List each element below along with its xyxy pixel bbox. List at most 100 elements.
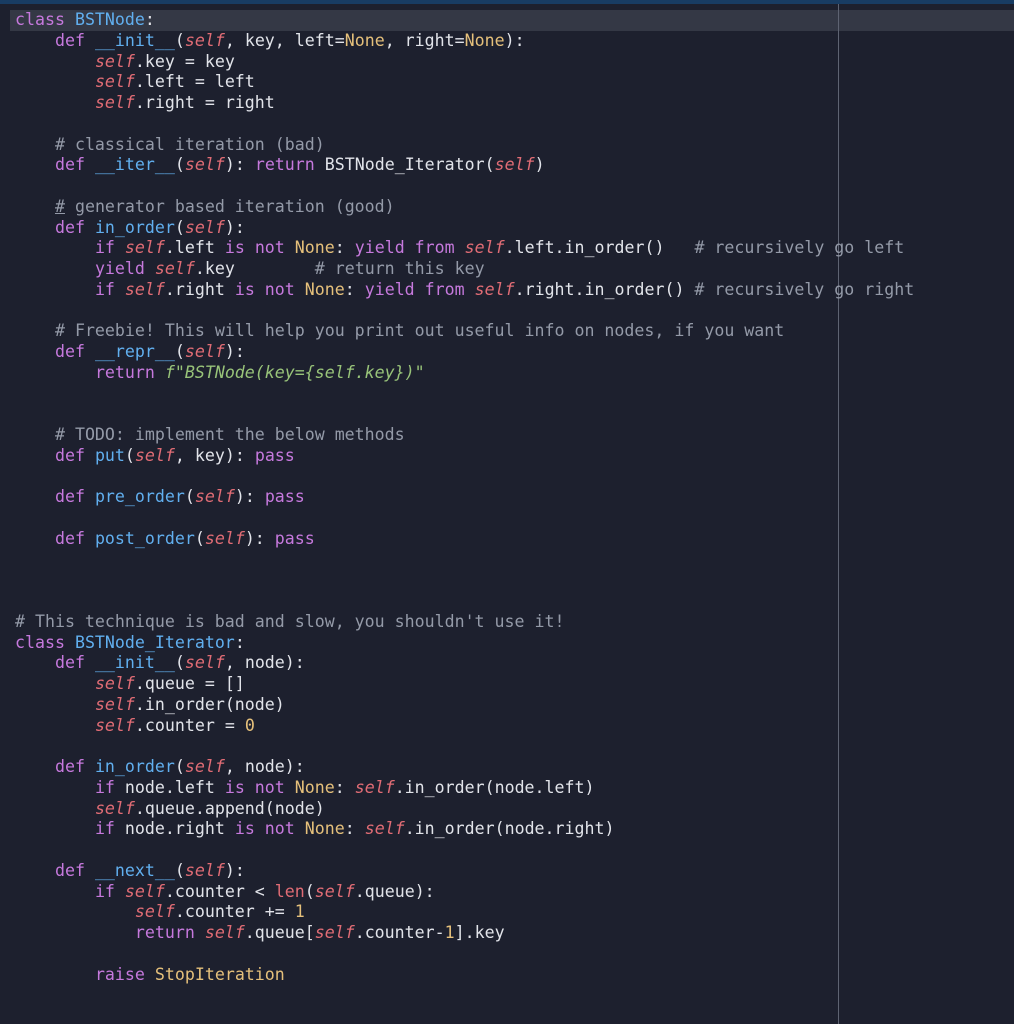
code-token: ( xyxy=(174,155,185,175)
code-line[interactable]: # This technique is bad and slow, you sh… xyxy=(15,612,914,633)
code-line[interactable]: class BSTNode_Iterator: xyxy=(15,633,914,654)
code-token: self xyxy=(184,342,225,361)
code-token: class xyxy=(15,632,75,652)
code-line[interactable]: self.counter += 1 xyxy=(15,902,914,923)
code-token: def xyxy=(54,487,95,507)
code-line[interactable]: # Freebie! This will help you print out … xyxy=(15,321,914,342)
code-line[interactable] xyxy=(15,176,914,197)
code-token: ( xyxy=(174,653,185,673)
code-token: ) xyxy=(534,155,545,175)
code-line[interactable]: def put(self, key): pass xyxy=(15,446,914,467)
code-token: self xyxy=(184,653,225,673)
code-line[interactable] xyxy=(15,384,914,405)
code-token: def xyxy=(54,528,95,548)
code-token: yield xyxy=(94,259,155,278)
code-token: if xyxy=(94,881,125,901)
code-line[interactable]: class BSTNode: xyxy=(15,10,914,31)
code-line[interactable]: self.right = right xyxy=(15,93,914,114)
code-token: .counter += xyxy=(174,902,295,922)
code-line[interactable] xyxy=(15,550,914,571)
code-line[interactable]: self.in_order(node) xyxy=(15,695,914,716)
code-line[interactable] xyxy=(15,467,914,488)
code-line[interactable] xyxy=(15,114,914,135)
code-token: # TODO: implement the below methods xyxy=(54,425,405,444)
code-token: return xyxy=(94,362,165,382)
code-token: self xyxy=(494,155,535,175)
editor-top-border xyxy=(0,0,1014,4)
code-token: # recursively go left xyxy=(694,238,905,258)
code-line[interactable]: self.left = left xyxy=(15,72,914,93)
code-token: .right.in_order() xyxy=(514,279,695,299)
code-line[interactable] xyxy=(15,840,914,861)
code-area[interactable]: class BSTNode: def __init__(self, key, l… xyxy=(15,10,914,985)
code-token: # This technique is bad and slow, you sh… xyxy=(15,611,565,631)
code-line[interactable] xyxy=(15,508,914,529)
code-line[interactable] xyxy=(15,570,914,591)
code-line[interactable]: if self.counter < len(self.queue): xyxy=(15,882,914,903)
code-token: ( xyxy=(174,757,185,776)
code-line[interactable]: def __init__(self, key, left=None, right… xyxy=(15,31,914,52)
code-line[interactable] xyxy=(15,404,914,425)
code-line[interactable]: def in_order(self): xyxy=(15,218,914,239)
code-line[interactable]: self.counter = 0 xyxy=(15,716,914,737)
code-line[interactable]: # generator based iteration (good) xyxy=(15,197,914,218)
code-token: ): xyxy=(224,217,245,237)
code-token: pre_order xyxy=(94,487,185,507)
code-line[interactable] xyxy=(15,736,914,757)
code-token: is not xyxy=(224,777,295,797)
code-line[interactable]: return f"BSTNode(key={self.key})" xyxy=(15,363,914,384)
code-line[interactable]: def __iter__(self): return BSTNode_Itera… xyxy=(15,155,914,176)
code-token: : xyxy=(344,819,365,839)
code-token: self xyxy=(464,238,505,258)
code-editor[interactable]: class BSTNode: def __init__(self, key, l… xyxy=(0,0,1014,1024)
code-line[interactable]: def __repr__(self): xyxy=(15,342,914,363)
code-token: if xyxy=(94,279,125,299)
code-line[interactable]: self.queue.append(node) xyxy=(15,799,914,820)
code-token: .in_order(node) xyxy=(134,694,285,714)
code-token: ( xyxy=(174,342,185,361)
code-token: , node): xyxy=(224,757,305,776)
code-line[interactable]: def in_order(self, node): xyxy=(15,757,914,778)
code-token: ( xyxy=(184,487,195,507)
code-token: self xyxy=(94,694,135,714)
code-token: .right xyxy=(164,279,235,299)
code-line[interactable]: def post_order(self): pass xyxy=(15,529,914,550)
code-token: len xyxy=(274,881,305,901)
code-line[interactable] xyxy=(15,591,914,612)
code-token: in_order xyxy=(94,217,175,237)
code-token: .left xyxy=(164,238,225,258)
code-token: if xyxy=(94,238,125,258)
code-line[interactable]: self.key = key xyxy=(15,52,914,73)
code-token: # recursively go right xyxy=(694,279,915,299)
code-line[interactable]: def __init__(self, node): xyxy=(15,653,914,674)
code-token: None xyxy=(304,819,345,839)
code-line[interactable] xyxy=(15,944,914,965)
code-token: None xyxy=(464,30,505,50)
code-line[interactable]: yield self.key # return this key xyxy=(15,259,914,280)
code-token: self xyxy=(94,93,135,112)
code-line[interactable]: def pre_order(self): pass xyxy=(15,487,914,508)
code-line[interactable]: if node.right is not None: self.in_order… xyxy=(15,819,914,840)
code-line[interactable] xyxy=(15,301,914,322)
code-line[interactable]: return self.queue[self.counter-1].key xyxy=(15,923,914,944)
code-line[interactable]: # TODO: implement the below methods xyxy=(15,425,914,446)
code-line[interactable]: def __next__(self): xyxy=(15,861,914,882)
code-line[interactable]: if node.left is not None: self.in_order(… xyxy=(15,778,914,799)
code-token: StopIteration xyxy=(154,964,285,984)
code-line[interactable]: if self.left is not None: yield from sel… xyxy=(15,238,914,259)
code-token: .queue[ xyxy=(244,923,315,942)
code-line[interactable]: # classical iteration (bad) xyxy=(15,135,914,156)
code-token: self xyxy=(94,51,135,71)
code-line[interactable]: raise StopIteration xyxy=(15,965,914,986)
code-line[interactable]: self.queue = [] xyxy=(15,674,914,695)
code-line[interactable]: if self.right is not None: yield from se… xyxy=(15,280,914,301)
code-token: def xyxy=(54,860,95,880)
